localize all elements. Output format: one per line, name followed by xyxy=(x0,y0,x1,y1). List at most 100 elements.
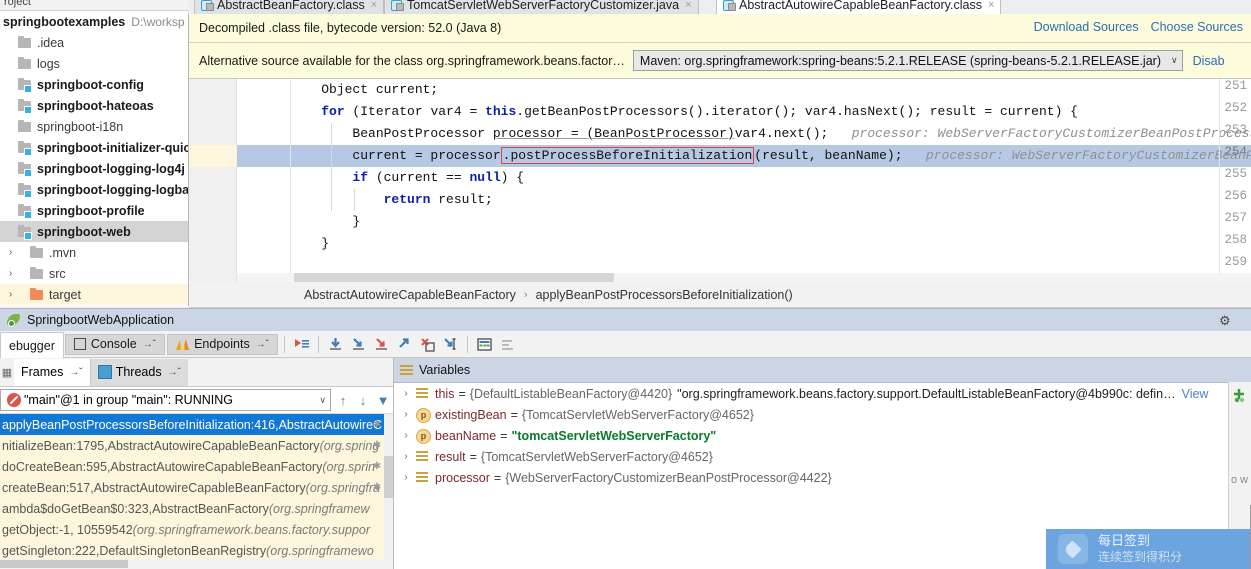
table-row[interactable]: getSingleton:222, DefaultSingletonBeanRe… xyxy=(0,540,393,561)
pin-icon[interactable]: →˘ xyxy=(168,367,181,378)
table-row[interactable]: nitializeBean:1795, AbstractAutowireCapa… xyxy=(0,435,393,456)
frame-package: (org.sprin xyxy=(322,459,376,474)
table-row[interactable]: ambda$doGetBean$0:323, AbstractBeanFacto… xyxy=(0,498,393,519)
chevron-right-icon[interactable]: › xyxy=(4,247,17,258)
editor-hscrollbar-thumb[interactable] xyxy=(294,273,614,282)
filter-frames-button[interactable]: ▼ xyxy=(373,393,393,408)
table-row[interactable]: applyBeanPostProcessorsBeforeInitializat… xyxy=(0,414,393,435)
code-line-257: } xyxy=(290,214,361,229)
force-step-into-icon[interactable] xyxy=(373,336,390,353)
table-row[interactable]: doCreateBean:595, AbstractAutowireCapabl… xyxy=(0,456,393,477)
close-icon[interactable]: × xyxy=(685,0,691,11)
sidebar-item-springboot-logging-log4j[interactable]: springboot-logging-log4j xyxy=(0,158,188,179)
frame-up-button[interactable]: ↑ xyxy=(333,393,353,408)
tab-endpoints[interactable]: Endpoints →˘ xyxy=(167,333,279,355)
chevron-right-icon[interactable]: › xyxy=(398,388,414,399)
sidebar-item-label: springboot-i18n xyxy=(37,119,124,134)
gear-icon[interactable]: ⚙ xyxy=(1219,313,1241,329)
breadcrumb-class[interactable]: AbstractAutowireCapableBeanFactory xyxy=(304,288,516,302)
list-item[interactable]: › p beanName = "tomcatServletWebServerFa… xyxy=(394,425,1251,446)
step-out-icon[interactable] xyxy=(396,336,413,353)
breadcrumb-method[interactable]: applyBeanPostProcessorsBeforeInitializat… xyxy=(536,288,793,302)
frame-marker: ✱ xyxy=(372,482,382,493)
sidebar-item-springboot-logging-logback[interactable]: springboot-logging-logbac xyxy=(0,179,188,200)
tab-console-label: Console xyxy=(90,337,137,351)
sidebar-item-target[interactable]: › target xyxy=(0,284,188,305)
drop-frame-icon[interactable] xyxy=(419,336,436,353)
run-to-cursor-icon[interactable] xyxy=(442,336,459,353)
sidebar-item-label: springboot-logging-log4j xyxy=(37,161,185,176)
show-execution-point-icon[interactable] xyxy=(293,336,310,353)
sidebar-item-springboot-config[interactable]: springboot-config xyxy=(0,74,188,95)
tab-debugger[interactable]: ebugger xyxy=(0,332,64,358)
frames-list[interactable]: applyBeanPostProcessorsBeforeInitializat… xyxy=(0,414,393,569)
line-number-gutter[interactable] xyxy=(189,79,237,282)
list-item[interactable]: › result = {TomcatServletWebServerFactor… xyxy=(394,446,1251,467)
sidebar-item-idea[interactable]: .idea xyxy=(0,32,188,53)
evaluate-expression-icon[interactable] xyxy=(476,336,493,353)
frame-package: (org.springframework.beans.factory.suppo… xyxy=(132,522,371,537)
sidebar-item-label: .idea xyxy=(37,35,65,50)
sidebar-item-springboot-i18n[interactable]: springboot-i18n xyxy=(0,116,188,137)
list-item[interactable]: › processor = {WebServerFactoryCustomize… xyxy=(394,467,1251,488)
sidebar-item-springboot-initializer-quick[interactable]: springboot-initializer-quick xyxy=(0,137,188,158)
tab-frames[interactable]: Frames →˘ xyxy=(14,358,91,386)
sort-values-icon[interactable] xyxy=(499,336,516,353)
editor-tab-abstractbeanfactory[interactable]: AbstractBeanFactory.class × xyxy=(194,0,385,14)
tab-console[interactable]: Console →˘ xyxy=(64,333,166,355)
module-folder-icon xyxy=(17,140,34,156)
frames-hscrollbar-track[interactable] xyxy=(0,559,393,569)
daily-checkin-popup[interactable]: 每日签到 连续签到得积分 xyxy=(1046,529,1250,569)
sidebar-item-src[interactable]: › src xyxy=(0,263,188,284)
add-watch-icon[interactable] xyxy=(1232,388,1248,404)
thread-selector-row: "main"@1 in group "main": RUNNING ∨ ↑ ↓ … xyxy=(0,387,393,414)
table-row[interactable]: createBean:517, AbstractAutowireCapableB… xyxy=(0,477,393,498)
chevron-right-icon[interactable]: › xyxy=(398,451,414,462)
chevron-right-icon[interactable]: › xyxy=(398,472,414,483)
chevron-down-icon[interactable]: ∨ xyxy=(1171,55,1178,66)
variable-name: processor xyxy=(435,470,490,485)
step-into-icon[interactable] xyxy=(350,336,367,353)
disable-link[interactable]: Disab xyxy=(1193,54,1225,68)
sidebar-item-logs[interactable]: logs xyxy=(0,53,188,74)
pin-icon[interactable]: →˘ xyxy=(256,339,269,350)
frames-hscrollbar-thumb[interactable] xyxy=(0,560,128,568)
sidebar-item-label: springboot-hateoas xyxy=(37,98,154,113)
frames-vscrollbar-thumb[interactable] xyxy=(384,456,393,498)
sidebar-item-mvn[interactable]: › .mvn xyxy=(0,242,188,263)
sidebar-root-springbootexamples[interactable]: springbootexamples D:\worksp xyxy=(0,11,188,32)
chevron-down-icon[interactable]: ∨ xyxy=(319,395,326,406)
chevron-right-icon[interactable]: › xyxy=(4,268,17,279)
table-row[interactable]: getObject:-1, 10559542 (org.springframew… xyxy=(0,519,393,540)
close-icon[interactable]: × xyxy=(988,0,994,11)
frame-method: createBean:517, xyxy=(2,480,94,495)
frame-class: AbstractBeanFactory xyxy=(152,501,269,516)
variables-icon xyxy=(400,364,413,376)
chevron-right-icon[interactable]: › xyxy=(4,289,17,300)
view-link[interactable]: View xyxy=(1182,387,1209,401)
chevron-right-icon[interactable]: › xyxy=(398,409,414,420)
chevron-right-icon[interactable]: › xyxy=(398,430,414,441)
editor-tab-abstractautowirecapablebeanfactory[interactable]: AbstractAutowireCapableBeanFactory.class… xyxy=(716,0,1002,14)
tab-threads[interactable]: Threads →˘ xyxy=(90,358,188,386)
variable-value: "tomcatServletWebServerFactory" xyxy=(511,428,717,443)
choose-sources-link[interactable]: Choose Sources xyxy=(1151,20,1243,34)
code-line-255: if (current == null) { xyxy=(352,170,525,185)
pin-icon[interactable]: →˘ xyxy=(69,367,82,378)
thread-select[interactable]: "main"@1 in group "main": RUNNING ∨ xyxy=(0,389,331,411)
editor-tab-tomcatservletwebserverfactorycustomizer[interactable]: TomcatServletWebServerFactoryCustomizer.… xyxy=(384,0,699,14)
code-editor[interactable]: 251 252 253 254 255 256 257 258 259 Obje… xyxy=(189,79,1251,282)
sidebar-item-springboot-profile[interactable]: springboot-profile xyxy=(0,200,188,221)
list-item[interactable]: › this = {DefaultListableBeanFactory@442… xyxy=(394,383,1251,404)
step-over-icon[interactable] xyxy=(327,336,344,353)
maven-source-select[interactable]: Maven: org.springframework:spring-beans:… xyxy=(632,50,1183,71)
sidebar-item-springboot-web[interactable]: springboot-web xyxy=(0,221,188,242)
pin-icon[interactable]: →˘ xyxy=(143,339,156,350)
module-folder-icon xyxy=(17,77,34,93)
sidebar-item-springboot-hateoas[interactable]: springboot-hateoas xyxy=(0,95,188,116)
download-sources-link[interactable]: Download Sources xyxy=(1034,20,1139,34)
close-icon[interactable]: × xyxy=(371,0,377,11)
folder-icon xyxy=(17,35,34,50)
list-item[interactable]: › p existingBean = {TomcatServletWebServ… xyxy=(394,404,1251,425)
frame-down-button[interactable]: ↓ xyxy=(353,393,373,408)
